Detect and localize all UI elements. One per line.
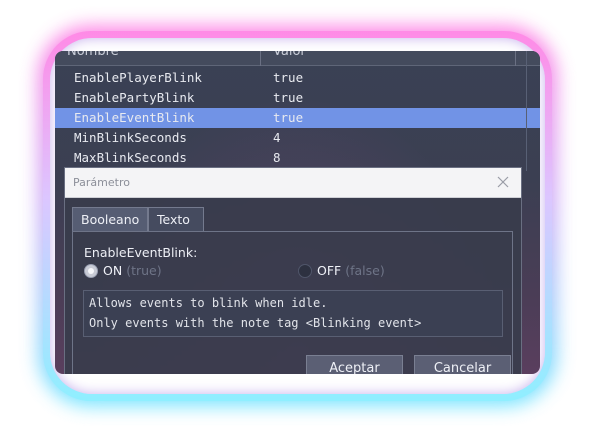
radio-off-label: OFF xyxy=(317,263,342,278)
row-key: MaxBlinkSeconds xyxy=(74,150,187,165)
row-value: 4 xyxy=(273,130,281,145)
boolean-panel: EnableEventBlink: ON (true) OFF (false) … xyxy=(72,231,513,374)
table-row-selected[interactable]: EnableEventBlink true xyxy=(55,108,540,128)
radio-off-hint: (false) xyxy=(345,263,385,278)
dialog-title: Parámetro xyxy=(73,176,130,189)
dialog-titlebar[interactable]: Parámetro xyxy=(65,168,521,198)
row-key: EnablePlayerBlink xyxy=(74,70,202,85)
radio-off-indicator[interactable] xyxy=(298,264,312,278)
tab-label: Booleano xyxy=(81,212,140,227)
table-row[interactable]: EnablePlayerBlink true xyxy=(55,68,540,88)
table-row[interactable]: EnablePartyBlink true xyxy=(55,88,540,108)
row-key: EnableEventBlink xyxy=(74,110,195,125)
radio-on-indicator[interactable] xyxy=(84,264,98,278)
tab-booleano[interactable]: Booleano xyxy=(72,207,148,231)
close-icon[interactable] xyxy=(495,174,511,190)
param-table-header: Nombre Valor xyxy=(55,51,540,66)
parameter-dialog: Parámetro Booleano Texto EnableEventBlin… xyxy=(64,167,522,374)
row-value: 8 xyxy=(273,150,281,165)
radio-on-label: ON xyxy=(103,263,123,278)
row-value: true xyxy=(273,90,304,105)
row-key: EnablePartyBlink xyxy=(74,90,195,105)
column-header-value[interactable]: Valor xyxy=(273,51,306,59)
tab-texto[interactable]: Texto xyxy=(148,207,204,231)
table-row[interactable]: MaxBlinkSeconds 8 xyxy=(55,148,540,168)
row-value: true xyxy=(273,70,304,85)
table-row[interactable]: MinBlinkSeconds 4 xyxy=(55,128,540,148)
cancel-button[interactable]: Cancelar xyxy=(414,355,511,374)
description-line: Allows events to blink when idle. xyxy=(89,296,328,310)
column-header-name[interactable]: Nombre xyxy=(67,51,119,59)
radio-on-hint: (true) xyxy=(126,263,162,278)
ok-button[interactable]: Aceptar xyxy=(306,355,403,374)
editor-screen: Nombre Valor EnablePlayerBlink true Enab… xyxy=(55,51,540,374)
parameter-name-label: EnableEventBlink: xyxy=(84,245,198,260)
description-line: Only events with the note tag <Blinking … xyxy=(89,316,422,330)
description-box: Allows events to blink when idle. Only e… xyxy=(83,290,503,337)
row-key: MinBlinkSeconds xyxy=(74,130,187,145)
tab-label: Texto xyxy=(157,212,190,227)
row-value: true xyxy=(273,110,304,125)
scrollbar-track[interactable] xyxy=(526,51,527,171)
